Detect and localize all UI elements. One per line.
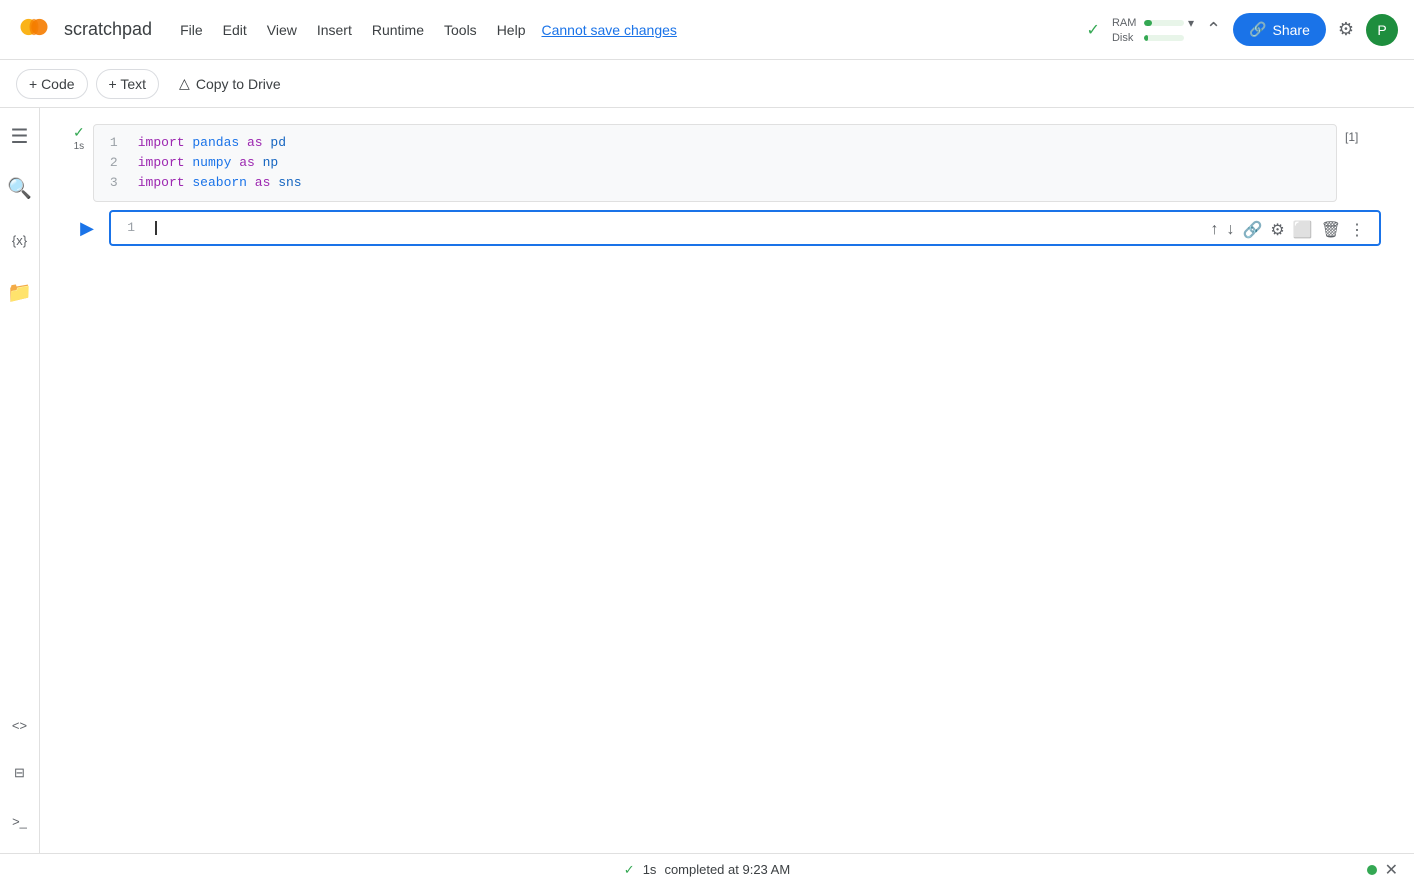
code-cell-1: ✓ 1s ↑ ↓ 🔗 ⚙ ⬜ 🗑 ⋮ 1 [57,124,1397,202]
menu-insert[interactable]: Insert [309,16,360,44]
status-dot-icon [1367,865,1377,875]
cell-1-content[interactable]: ↑ ↓ 🔗 ⚙ ⬜ 🗑 ⋮ 1 2 3 [93,124,1337,202]
menu-runtime[interactable]: Runtime [364,16,432,44]
status-check-icon: ✓ [624,862,635,878]
cell2-line-num-1: 1 [127,218,135,238]
settings-icon[interactable]: ⚙ [1338,19,1354,40]
ram-bar-fill [1144,20,1152,26]
chevron-down-icon[interactable]: ▾ [1188,16,1194,30]
disk-bar [1144,35,1184,41]
menu-edit[interactable]: Edit [215,16,255,44]
cell2-expand-icon[interactable]: ⬜ [1291,218,1315,242]
move-down-icon[interactable]: ↓ [1182,132,1194,154]
ram-bar [1144,20,1184,26]
cell-1-run-time: 1s [74,141,85,152]
cell-2-run-btn-container: ▶ [73,210,101,242]
top-right: ✓ RAM ▾ Disk ⌃ 🔗 Share ⚙ P [1087,13,1398,46]
app-title: scratchpad [64,19,152,40]
status-right: ✕ [1367,860,1398,880]
code-line-3: import seaborn as sns [138,173,1328,193]
share-button[interactable]: 🔗 Share [1233,13,1326,46]
avatar-letter: P [1377,22,1386,38]
variables-icon[interactable]: {x} [4,224,36,256]
ram-label: RAM [1112,17,1140,29]
text-cursor [155,221,157,235]
avatar[interactable]: P [1366,14,1398,46]
collapse-icon[interactable]: ⌃ [1206,19,1221,40]
expand-icon[interactable]: ⬜ [1248,131,1272,155]
status-bar: ✓ 1s completed at 9:23 AM ✕ [0,853,1414,885]
colab-logo[interactable] [16,9,52,50]
status-time: 1s [643,862,657,877]
cell-1-run-label: [1] [1345,130,1358,144]
status-completed-text: completed at 9:23 AM [664,862,790,877]
copy-to-drive-button[interactable]: △ Copy to Drive [167,69,293,98]
cell-1-check-icon: ✓ [73,124,85,141]
share-link-icon: 🔗 [1249,21,1266,38]
menu-help[interactable]: Help [489,16,534,44]
cell2-code-line-1 [155,218,1371,238]
share-label: Share [1273,22,1310,38]
toolbar: + Code + Text △ Copy to Drive [0,60,1414,108]
code-line-2: import numpy as np [138,153,1328,173]
cell-2-content[interactable]: ↑ ↓ 🔗 ⚙ ⬜ 🗑 ⋮ 1 [109,210,1381,246]
ram-disk-indicator[interactable]: RAM ▾ Disk [1112,16,1194,44]
cell-1-code: 1 2 3 import pandas as pd import numpy a… [94,125,1336,201]
cell-2-code: 1 [111,212,1379,244]
close-status-icon[interactable]: ✕ [1385,860,1398,880]
cell-2-line-numbers: 1 [111,218,147,238]
cell2-link-icon[interactable]: 🔗 [1241,218,1265,242]
disk-bar-fill [1144,35,1148,41]
connected-check-icon: ✓ [1087,20,1100,40]
cell-1-run-indicator: ✓ 1s [73,124,85,152]
cannot-save-link[interactable]: Cannot save changes [541,22,676,38]
search-icon[interactable]: 🔍 [4,172,36,204]
command-palette-icon[interactable]: ⊟ [4,757,36,789]
delete-icon[interactable]: 🗑 [1276,131,1300,155]
add-text-button[interactable]: + Text [96,69,160,99]
cell-2-toolbar: ↑ ↓ 🔗 ⚙ ⬜ 🗑 ⋮ [1205,216,1372,244]
drive-icon: △ [179,75,190,92]
more-options-icon[interactable]: ⋮ [1304,131,1324,155]
move-up-icon[interactable]: ↑ [1166,132,1178,154]
line-num-3: 3 [110,173,118,193]
terminal-icon[interactable]: >_ [4,805,36,837]
menu-view[interactable]: View [259,16,305,44]
cell2-more-icon[interactable]: ⋮ [1347,218,1367,242]
cell-2-lines[interactable] [147,218,1379,238]
add-code-button[interactable]: + Code [16,69,88,99]
code-line-1: import pandas as pd [138,133,1328,153]
menu-bar: File Edit View Insert Runtime Tools Help… [172,16,1074,44]
run-cell-2-button[interactable]: ▶ [73,214,101,242]
disk-label: Disk [1112,32,1140,44]
line-num-2: 2 [110,153,118,173]
notebook: ✓ 1s ↑ ↓ 🔗 ⚙ ⬜ 🗑 ⋮ 1 [40,108,1414,853]
copy-to-drive-label: Copy to Drive [196,76,281,92]
code-snippets-icon[interactable]: <> [4,709,36,741]
link-icon[interactable]: 🔗 [1198,131,1222,155]
cell2-move-up-icon[interactable]: ↑ [1209,219,1221,241]
menu-file[interactable]: File [172,16,211,44]
line-num-1: 1 [110,133,118,153]
cell2-delete-icon[interactable]: 🗑 [1319,218,1343,242]
cell2-move-down-icon[interactable]: ↓ [1225,219,1237,241]
menu-tools[interactable]: Tools [436,16,485,44]
code-cell-2: ▶ ↑ ↓ 🔗 ⚙ ⬜ 🗑 ⋮ 1 [57,210,1397,246]
files-icon[interactable]: 📁 [4,276,36,308]
left-sidebar: ☰ 🔍 {x} 📁 <> ⊟ >_ [0,108,40,853]
main-content: ☰ 🔍 {x} 📁 <> ⊟ >_ ✓ 1s ↑ ↓ [0,108,1414,853]
cell-1-lines: import pandas as pd import numpy as np i… [130,133,1336,193]
table-of-contents-icon[interactable]: ☰ [4,120,36,152]
top-bar: scratchpad File Edit View Insert Runtime… [0,0,1414,60]
cell2-settings-icon[interactable]: ⚙ [1268,218,1286,242]
cell-1-line-numbers: 1 2 3 [94,133,130,193]
cell-settings-icon[interactable]: ⚙ [1225,131,1243,155]
